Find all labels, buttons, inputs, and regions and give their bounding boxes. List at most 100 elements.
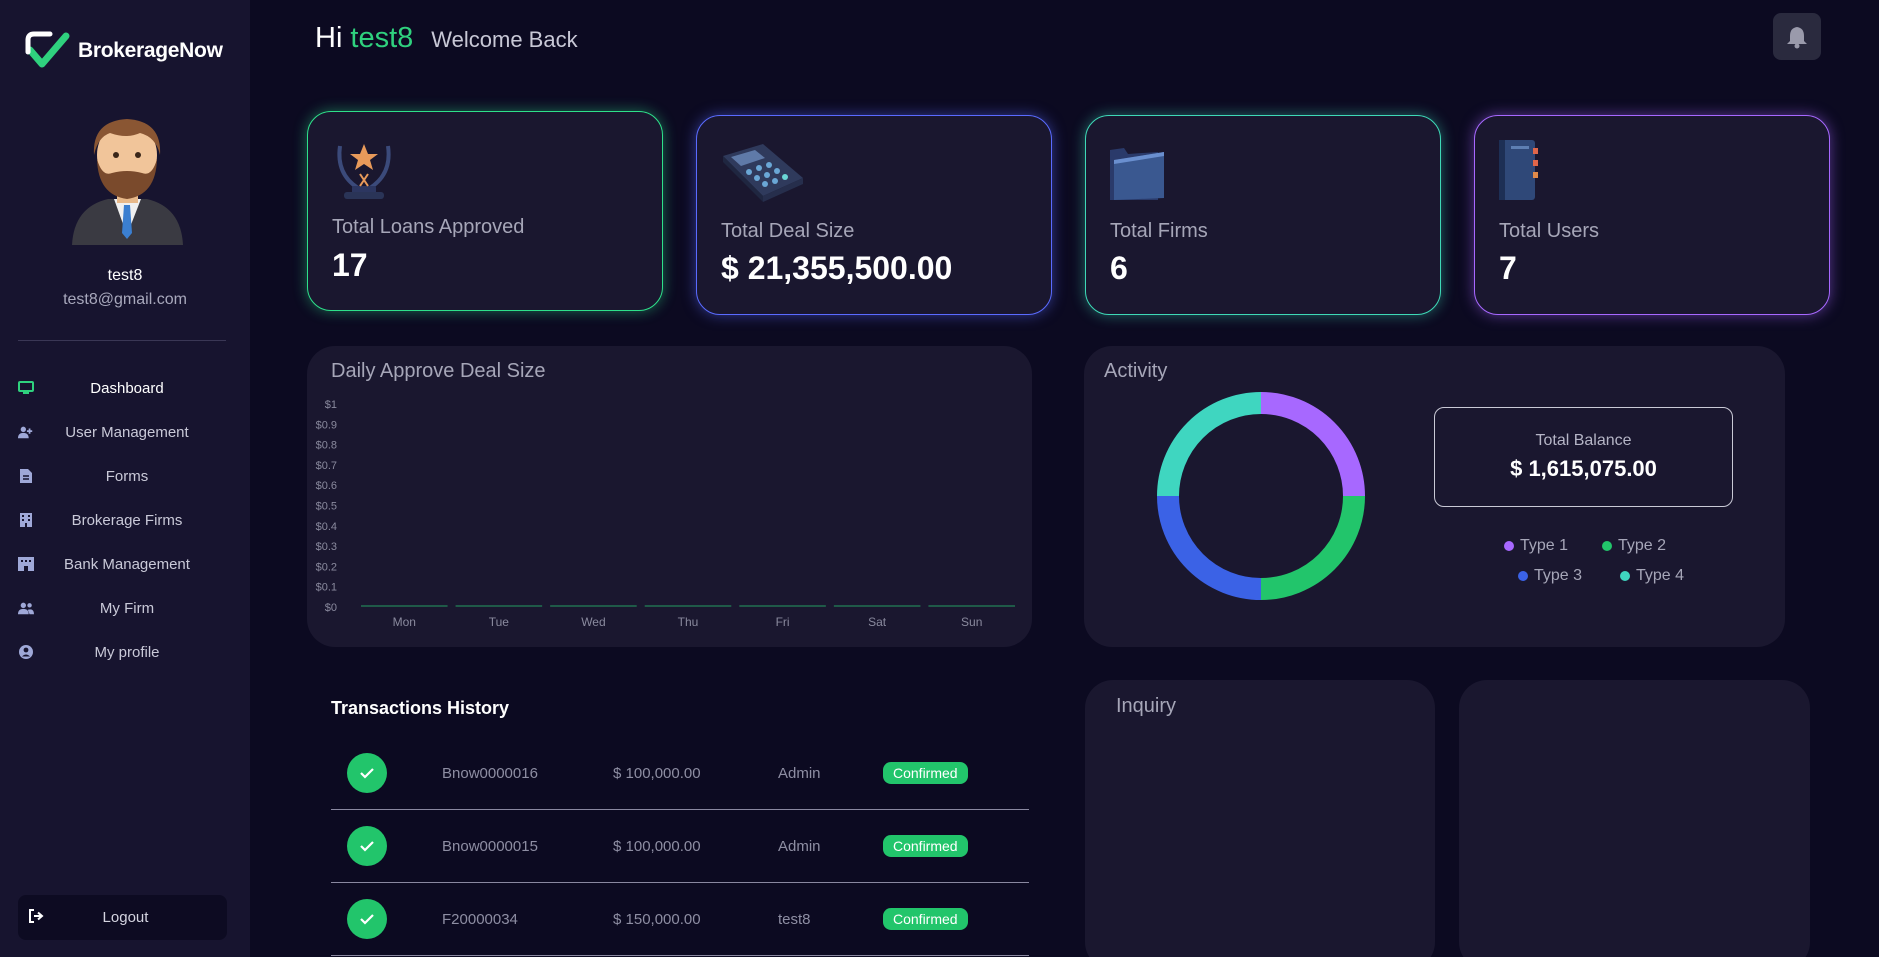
legend-label: Type 2 [1618, 537, 1667, 554]
status-badge: Confirmed [883, 762, 968, 784]
legend-item-type-3[interactable]: Type 3 [1518, 567, 1582, 585]
users-icon [18, 600, 34, 616]
sidebar: BrokerageNow test8 test8@gmail.com Dashb… [0, 0, 250, 957]
x-tick-label: Mon [393, 615, 416, 629]
legend-dot [1620, 571, 1630, 581]
stat-label: Total Deal Size [721, 220, 855, 242]
sidebar-item-user-management[interactable]: User Management [18, 410, 228, 454]
transactions-title: Transactions History [331, 698, 510, 718]
daily-deal-size-chart-panel: Daily Approve Deal Size $0 $0.1 $0.2 $0.3 $0… [307, 346, 1032, 647]
transaction-id: Bnow0000015 [442, 837, 538, 855]
logout-label: Logout [102, 909, 149, 926]
y-tick-label: $0.3 [316, 541, 337, 553]
stat-value: 7 [1499, 250, 1517, 286]
transaction-id: Bnow0000016 [442, 764, 538, 782]
stat-value: $ 21,355,500.00 [721, 250, 953, 286]
sidebar-divider [18, 340, 226, 341]
sidebar-item-bank-management[interactable]: Bank Management [18, 542, 228, 586]
calculator-icon [723, 144, 803, 202]
legend-dot [1518, 571, 1528, 581]
notifications-button[interactable] [1773, 13, 1821, 60]
empty-panel [1459, 680, 1810, 957]
x-tick-label: Tue [489, 615, 510, 629]
bank-building-icon [18, 556, 34, 572]
x-tick-label: Thu [678, 615, 699, 629]
donut-slice [1157, 495, 1262, 600]
bell-icon [1787, 26, 1807, 48]
stat-card-total-firms: Total Firms 6 [1085, 115, 1441, 315]
user-plus-icon [18, 424, 34, 440]
y-tick-label: $0.8 [316, 440, 337, 452]
activity-panel: Activity Total Balance $ 1,615,075.00 Ty… [1084, 346, 1785, 647]
status-badge: Confirmed [883, 908, 968, 930]
welcome-text: Welcome Back [431, 27, 578, 52]
sidebar-item-label: My profile [94, 643, 160, 661]
stat-card-total-deal-size: Total Deal Size $ 21,355,500.00 [696, 115, 1052, 315]
transaction-id: F20000034 [442, 910, 518, 928]
donut-slice [1260, 495, 1365, 600]
sidebar-item-label: Brokerage Firms [71, 511, 183, 529]
y-tick-label: $0.1 [316, 582, 337, 594]
sidebar-item-dashboard[interactable]: Dashboard [18, 366, 228, 410]
stat-label: Total Users [1499, 220, 1600, 242]
transaction-user: Admin [778, 837, 821, 855]
legend-item-type-1[interactable]: Type 1 [1504, 537, 1568, 555]
transactions-list: Bnow0000016 $ 100,000.00 Admin Confirmed… [331, 737, 1029, 956]
bar [644, 605, 732, 607]
inquiry-panel: Inquiry [1085, 680, 1435, 957]
bar [361, 605, 448, 607]
user-circle-icon [18, 644, 34, 660]
sidebar-item-label: Dashboard [90, 379, 164, 397]
stat-value: 6 [1110, 250, 1128, 286]
stat-card-total-loans: Total Loans Approved 17 [307, 111, 663, 311]
greeting: Hi test8 Welcome Back [315, 22, 578, 55]
y-tick-label: $0.7 [316, 460, 337, 472]
sidebar-item-label: Bank Management [64, 555, 190, 573]
sidebar-item-my-profile[interactable]: My profile [18, 630, 228, 674]
greeting-hi: Hi [315, 22, 343, 54]
activity-title: Activity [1104, 360, 1168, 382]
checkmark-logo-icon [25, 31, 70, 68]
y-tick-label: $0.9 [316, 419, 337, 431]
x-tick-label: Wed [581, 615, 605, 629]
table-row[interactable]: Bnow0000016 $ 100,000.00 Admin Confirmed [331, 737, 1029, 810]
stat-label: Total Firms [1110, 220, 1208, 242]
y-tick-label: $0.5 [316, 501, 337, 513]
logout-button[interactable]: Logout [18, 895, 227, 940]
table-row[interactable]: F20000034 $ 150,000.00 test8 Confirmed [331, 883, 1029, 956]
daily-deal-size-chart: $0 $0.1 $0.2 $0.3 $0.4 $0.5 $0.6 $0.7 $0.8 $0.9 $1… [316, 399, 1015, 629]
sidebar-item-brokerage-firms[interactable]: Brokerage Firms [18, 498, 228, 542]
sidebar-item-label: User Management [65, 423, 189, 441]
legend-label: Type 1 [1520, 537, 1569, 554]
sidebar-item-my-firm[interactable]: My Firm [18, 586, 228, 630]
y-tick-label: $1 [325, 399, 337, 411]
total-balance-label: Total Balance [1535, 432, 1632, 449]
sidebar-nav: Dashboard User Management Forms Brokerag… [18, 366, 228, 674]
user-name: test8 [107, 267, 143, 284]
y-tick-label: $0 [325, 602, 337, 614]
transaction-user: test8 [778, 910, 811, 928]
trophy-icon [337, 144, 391, 199]
legend-item-type-2[interactable]: Type 2 [1602, 537, 1666, 555]
bar [455, 605, 543, 607]
sidebar-item-forms[interactable]: Forms [18, 454, 228, 498]
legend-dot [1504, 541, 1514, 551]
status-badge: Confirmed [883, 835, 968, 857]
transaction-amount: $ 150,000.00 [613, 910, 701, 928]
transaction-amount: $ 100,000.00 [613, 764, 701, 782]
building-icon [18, 512, 34, 528]
stat-value: 17 [332, 247, 368, 283]
monitor-icon [18, 380, 34, 396]
sidebar-item-label: My Firm [99, 599, 155, 617]
bar [833, 605, 921, 607]
legend-item-type-4[interactable]: Type 4 [1620, 567, 1684, 585]
folder-icon [1110, 148, 1164, 200]
activity-donut-chart [1157, 392, 1365, 600]
check-icon [347, 899, 387, 939]
inquiry-title: Inquiry [1116, 695, 1177, 717]
logout-icon [28, 908, 44, 927]
sidebar-item-label: Forms [105, 467, 149, 485]
donut-slice [1157, 392, 1262, 497]
app-logo[interactable]: BrokerageNow [24, 30, 223, 72]
table-row[interactable]: Bnow0000015 $ 100,000.00 Admin Confirmed [331, 810, 1029, 883]
